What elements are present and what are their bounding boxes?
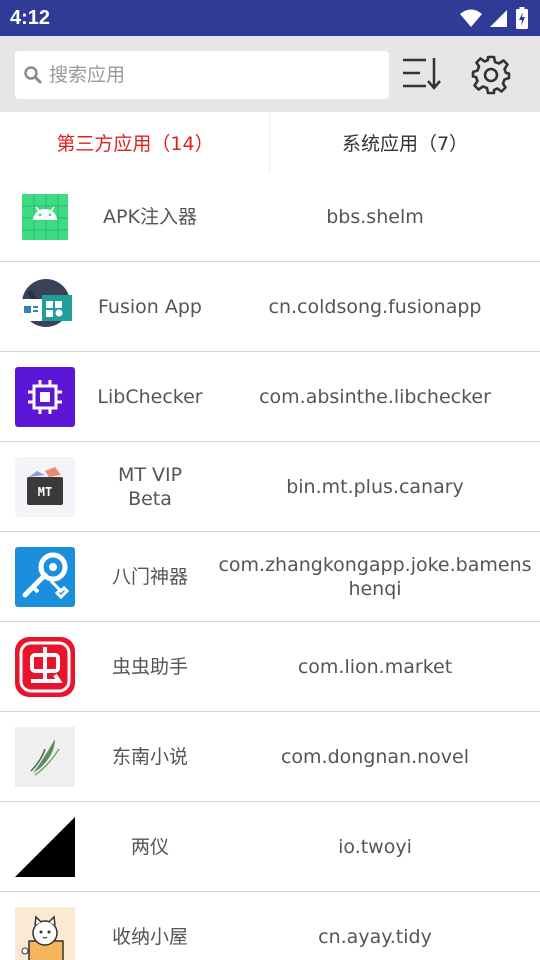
app-package: bin.mt.plus.canary: [286, 476, 464, 498]
toolbar: [0, 36, 540, 112]
android-icon: [15, 187, 75, 247]
search-input[interactable]: [49, 64, 369, 86]
sort-button[interactable]: [400, 54, 444, 94]
tab-system-apps[interactable]: 系统应用（7）: [270, 112, 540, 172]
search-box[interactable]: [15, 51, 389, 99]
app-name: 两仪: [130, 836, 169, 858]
key-wrench-icon: [15, 547, 75, 607]
app-package: io.twoyi: [338, 836, 412, 858]
leaf-icon: [15, 727, 75, 787]
battery-icon: [516, 7, 528, 29]
app-name: 收纳小屋: [111, 926, 188, 948]
status-icons: [460, 7, 528, 29]
cat-box-icon: [15, 907, 75, 960]
sort-icon: [403, 58, 441, 90]
app-package: bbs.shelm: [326, 206, 424, 228]
app-package: com.zhangkongapp.joke.bamenshenqi: [218, 554, 532, 600]
app-package: com.lion.market: [297, 656, 453, 678]
app-name: 东南小说: [111, 746, 188, 768]
chongchong-icon: [15, 637, 75, 697]
app-package: cn.ayay.tidy: [318, 926, 432, 948]
app-list-item[interactable]: Fusion App cn.coldsong.fusionapp: [0, 262, 540, 352]
wifi-icon: [460, 9, 482, 27]
app-list-item[interactable]: 八门神器 com.zhangkongapp.joke.bamenshenqi: [0, 532, 540, 622]
signal-icon: [490, 10, 507, 27]
settings-button[interactable]: [470, 54, 512, 96]
fusion-app-icon: [15, 277, 75, 337]
app-list: APK注入器 bbs.shelm Fusion App cn.coldsong.…: [0, 172, 540, 960]
tab-bar: 第三方应用（14） 系统应用（7）: [0, 112, 540, 172]
triangle-icon: [15, 817, 75, 877]
app-name: 八门神器: [111, 566, 188, 588]
app-name: APK注入器: [103, 206, 197, 228]
status-time: 4:12: [10, 6, 51, 29]
search-icon: [24, 66, 42, 84]
app-package: com.absinthe.libchecker: [259, 386, 491, 408]
app-name: 虫虫助手: [111, 656, 188, 678]
app-list-item[interactable]: 收纳小屋 cn.ayay.tidy: [0, 892, 540, 960]
mt-box-icon: MT: [15, 457, 75, 517]
app-list-item[interactable]: MT MT VIP Beta bin.mt.plus.canary: [0, 442, 540, 532]
app-name: LibChecker: [97, 386, 203, 408]
app-package: com.dongnan.novel: [280, 746, 470, 768]
app-name: MT VIP Beta: [117, 464, 183, 510]
svg-text:MT: MT: [38, 485, 52, 499]
status-bar: 4:12: [0, 0, 540, 36]
app-list-item[interactable]: LibChecker com.absinthe.libchecker: [0, 352, 540, 442]
app-list-item[interactable]: 东南小说 com.dongnan.novel: [0, 712, 540, 802]
tab-divider: [269, 112, 270, 172]
app-package: cn.coldsong.fusionapp: [268, 296, 482, 318]
app-list-item[interactable]: 两仪 io.twoyi: [0, 802, 540, 892]
app-list-item[interactable]: APK注入器 bbs.shelm: [0, 172, 540, 262]
app-list-item[interactable]: 虫虫助手 com.lion.market: [0, 622, 540, 712]
chip-icon: [15, 367, 75, 427]
app-name: Fusion App: [98, 296, 202, 318]
tab-third-party-apps[interactable]: 第三方应用（14）: [0, 112, 270, 172]
gear-icon: [471, 55, 511, 95]
